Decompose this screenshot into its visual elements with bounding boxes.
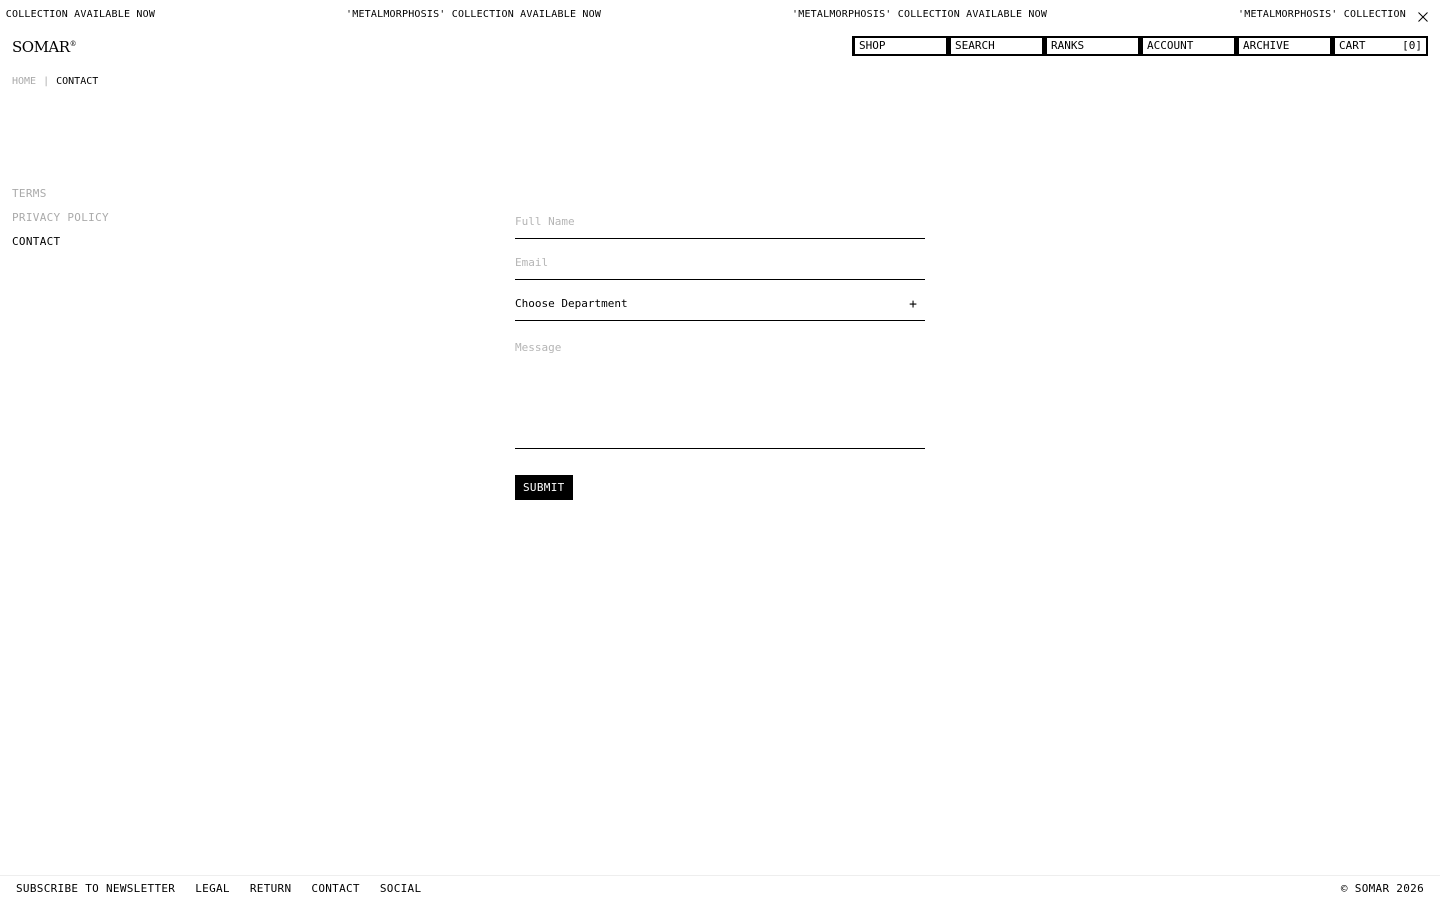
email-field-wrap (515, 243, 925, 280)
nav-cart-label: CART (1339, 39, 1366, 52)
footer-return-link[interactable]: RETURN (250, 882, 292, 895)
full-name-field-wrap (515, 202, 925, 239)
ticker-item: 'METALMORPHOSIS' COLLECTION AVAILABLE NO… (792, 9, 1048, 20)
footer-legal-link[interactable]: LEGAL (195, 882, 230, 895)
breadcrumb: HOME | CONTACT (12, 75, 98, 89)
contact-form: Choose Department + SUBMIT (515, 202, 925, 500)
logo-mark: ® (69, 40, 77, 48)
logo[interactable]: SOMAR® (12, 35, 77, 56)
message-field-wrap (515, 325, 925, 449)
ticker-item: 'METALMORPHOSIS' COLLECTION AVAILABLE NO… (346, 9, 602, 20)
nav-ranks-label: RANKS (1051, 39, 1085, 52)
announcement-bar: 'METALMORPHOSIS' COLLECTION AVAILABLE NO… (0, 0, 1440, 30)
side-link-terms[interactable]: TERMS (12, 187, 109, 201)
ticker-item: 'METALMORPHOSIS' COLLECTION AVAILABLE NO… (0, 9, 156, 20)
side-link-privacy[interactable]: PRIVACY POLICY (12, 211, 109, 225)
nav-shop-label: SHOP (859, 39, 886, 52)
close-icon[interactable] (1417, 8, 1429, 22)
nav-ranks[interactable]: RANKS (1044, 36, 1140, 56)
footer-links: SUBSCRIBE TO NEWSLETTER LEGAL RETURN CON… (16, 882, 421, 895)
submit-button[interactable]: SUBMIT (515, 475, 573, 500)
full-name-input[interactable] (515, 215, 925, 228)
department-select[interactable]: Choose Department + (515, 284, 925, 321)
main-nav: SHOP SEARCH RANKS ACCOUNT ARCHIVE CART [0… (852, 36, 1428, 56)
breadcrumb-separator: | (43, 76, 50, 87)
email-input[interactable] (515, 256, 925, 269)
footer-newsletter-link[interactable]: SUBSCRIBE TO NEWSLETTER (16, 882, 175, 895)
nav-archive-label: ARCHIVE (1243, 39, 1290, 52)
side-link-contact[interactable]: CONTACT (12, 235, 109, 249)
footer-contact-link[interactable]: CONTACT (311, 882, 359, 895)
close-icon-glyph (1418, 12, 1428, 22)
side-nav: TERMS PRIVACY POLICY CONTACT (12, 187, 109, 259)
footer: SUBSCRIBE TO NEWSLETTER LEGAL RETURN CON… (0, 875, 1440, 900)
ticker-viewport: 'METALMORPHOSIS' COLLECTION AVAILABLE NO… (0, 0, 1410, 30)
breadcrumb-current: CONTACT (56, 76, 99, 87)
copyright: © SOMAR 2026 (1340, 882, 1424, 895)
nav-search-label: SEARCH (955, 39, 995, 52)
nav-account-label: ACCOUNT (1147, 39, 1194, 52)
nav-archive[interactable]: ARCHIVE (1236, 36, 1332, 56)
plus-icon: + (909, 297, 917, 312)
nav-account[interactable]: ACCOUNT (1140, 36, 1236, 56)
nav-cart[interactable]: CART [0] (1332, 36, 1428, 56)
department-placeholder: Choose Department (515, 297, 628, 310)
message-textarea[interactable] (515, 341, 925, 441)
nav-shop[interactable]: SHOP (852, 36, 948, 56)
logo-text: SOMAR (12, 38, 70, 56)
footer-social-link[interactable]: SOCIAL (380, 882, 422, 895)
ticker-track: 'METALMORPHOSIS' COLLECTION AVAILABLE NO… (0, 8, 1410, 22)
breadcrumb-home[interactable]: HOME (12, 76, 36, 87)
nav-search[interactable]: SEARCH (948, 36, 1044, 56)
ticker-item: 'METALMORPHOSIS' COLLECTION AVAILABLE NO… (1238, 9, 1410, 20)
cart-count: [0] (1402, 39, 1422, 52)
